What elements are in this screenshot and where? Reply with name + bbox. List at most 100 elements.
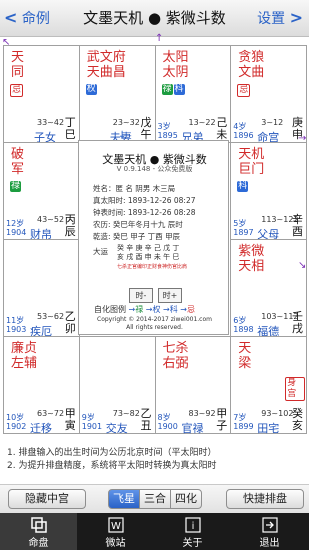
tab-label: 命盘 — [28, 538, 49, 549]
age-label: 10岁 — [6, 413, 25, 422]
palace-cell-xu[interactable]: 紫微 天相 103~112 6岁 1898 福德壬戌 — [230, 239, 307, 338]
ten-gods-note: 七杀正官编印正财食神伤官比肩 — [117, 264, 188, 270]
year-label: 1896 — [233, 131, 254, 140]
sihua-tags: 权 — [85, 84, 98, 95]
age-range: 63~72 — [37, 409, 65, 418]
tab-mingpan[interactable]: 命盘 — [0, 513, 77, 550]
age-range: 73~82 — [112, 409, 140, 418]
tab-about[interactable]: i 关于 — [154, 513, 231, 550]
star-row: 破 — [11, 147, 24, 162]
palace-name[interactable]: 官禄 — [182, 420, 204, 436]
dayun-row2: 亥 戌 酉 申 未 午 巳 — [117, 253, 180, 261]
palace-cell-si[interactable]: 天同忌 33~42 子女丁巳 — [3, 45, 80, 144]
ganzhi: 辛酉 — [292, 214, 303, 238]
palace-cell-mao[interactable]: 53~62 11岁 1903 疾厄乙卯 — [3, 239, 80, 338]
tab-label: 关于 — [182, 538, 203, 549]
version-label: V 0.9.148 - 公众免费版 — [116, 165, 193, 173]
age-label: 6岁 — [233, 316, 247, 325]
palace-cell-chen[interactable]: 破军禄 43~52 12岁 1904 财帛丙辰 — [3, 142, 80, 241]
star-char: 七 — [162, 341, 176, 356]
star-row: 右弼 — [163, 356, 189, 371]
sihua-tag: 科 — [173, 84, 185, 95]
star-char: 破 — [11, 147, 25, 162]
ganzhi: 己未 — [216, 117, 227, 141]
star-list: 武文府 天曲昌 — [87, 50, 126, 80]
legend-quan: 权 — [152, 305, 161, 314]
star-row: 紫微 — [238, 244, 264, 259]
w-icon: W — [107, 517, 124, 533]
age-label: 8岁 — [157, 413, 171, 422]
star-list: 廉贞 左辅 — [11, 341, 37, 371]
age-range: 3~12 — [261, 118, 284, 127]
age-label: 12岁 — [6, 219, 25, 228]
year-label: 1902 — [6, 422, 27, 431]
palace-cell-zi[interactable]: 七杀 右弼 83~92 8岁 1900 官禄甲子 — [154, 336, 232, 436]
earthly-branch: 辰 — [64, 225, 76, 238]
year-label: 1901 — [81, 422, 103, 431]
palace-cell-wei[interactable]: 太阳 太阴禄科 13~22 3岁 1895 兄弟己未 — [154, 45, 232, 144]
age-range: 23~32 — [112, 118, 140, 127]
tab-exit[interactable]: 退出 — [231, 513, 308, 550]
star-char: 昌 — [112, 65, 126, 80]
legend-lu: 禄 — [135, 305, 144, 314]
note-line: 2. 为提升排盘精度，系统将平太阳时转换为真太阳时 — [7, 461, 217, 471]
star-char: 同 — [11, 65, 25, 80]
palace-cell-chou[interactable]: 73~82 9岁 1901 交友乙丑 — [78, 336, 156, 436]
note-line: 1. 排盘输入的出生时间为公历北京时间（平太阳时） — [7, 448, 217, 458]
star-char: 天 — [11, 50, 25, 65]
earthly-branch: 巳 — [64, 128, 76, 141]
name-line: 姓名：匿 名 阴男 木三局 — [93, 184, 176, 193]
star-char: 太 — [162, 65, 176, 80]
seg-sihua[interactable]: 四化 — [170, 489, 202, 509]
star-row: 天机 — [238, 147, 264, 162]
seg-sanhe[interactable]: 三合 — [139, 489, 171, 509]
tab-label: 微站 — [105, 538, 126, 549]
earthly-branch: 子 — [216, 419, 228, 432]
ziwei-chart: 天同忌 33~42 子女丁巳武文府 天曲昌权 23~32 夫妻戊午太阳 太阴禄科 13~22 3… — [2, 33, 307, 436]
star-char: 军 — [11, 162, 25, 177]
age-range: 33~42 — [37, 118, 65, 127]
age-range: 43~52 — [37, 215, 65, 224]
year-label: 1904 — [6, 228, 27, 237]
palace-cell-you[interactable]: 天机 巨门科 113~122 5岁 1897 父母辛酉 — [230, 142, 307, 241]
earthly-branch: 亥 — [292, 419, 303, 432]
star-list: 天梁 — [238, 341, 251, 371]
hide-center-button[interactable]: 隐藏中宫 — [8, 489, 86, 509]
star-row: 文曲 — [238, 65, 264, 80]
quick-chart-button[interactable]: 快捷排盘 — [226, 489, 304, 509]
copyright-line: Copyright © 2014-2017 ziwei001.com — [97, 316, 212, 323]
star-char: 左 — [11, 356, 25, 371]
star-char: 曲 — [251, 65, 265, 80]
star-row: 天 — [11, 50, 24, 65]
palace-cell-shen[interactable]: 贪狼 文曲忌 3~12 4岁 1896 命宫庚申 — [230, 45, 307, 144]
star-char: 天 — [238, 147, 252, 162]
seg-feixing[interactable]: 飞星 — [108, 489, 140, 509]
svg-text:W: W — [111, 521, 121, 532]
palace-cell-yin[interactable]: 廉贞 左辅 63~72 10岁 1902 迁移甲寅 — [3, 336, 80, 436]
palace-cell-hai[interactable]: 天梁身宫 93~102 7岁 1899 田宅癸亥 — [230, 336, 307, 436]
palace-cell-wu[interactable]: 武文府 天曲昌权 23~32 夫妻戊午 — [78, 45, 156, 144]
tab-weizhan[interactable]: W 微站 — [77, 513, 154, 550]
palace-name[interactable]: 迁移 — [30, 420, 52, 436]
palace-name[interactable]: 交友 — [106, 420, 128, 436]
clock-time: 钟表时间: 1893-12-26 08:28 — [93, 208, 196, 217]
star-char: 门 — [251, 162, 265, 177]
arrow-icon: → — [145, 305, 153, 314]
legend-prefix: 自化图例 — [94, 305, 126, 314]
hour-minus-button[interactable]: 时- — [129, 288, 153, 303]
settings-button[interactable]: 设置 > — [257, 8, 303, 28]
arrow-icon: → — [180, 305, 187, 314]
year-label: 1900 — [157, 422, 178, 431]
hour-plus-button[interactable]: 时+ — [158, 288, 182, 303]
age-year: 3岁 1895 — [158, 122, 178, 140]
palace-name[interactable]: 田宅 — [257, 420, 279, 436]
star-list: 天机 巨门 — [238, 147, 264, 177]
info-icon: i — [184, 517, 201, 533]
star-char: 廉 — [11, 341, 25, 356]
age-year: 8岁 1900 — [158, 413, 178, 431]
star-row: 贪狼 — [238, 50, 264, 65]
center-panel: 文墨天机 ● 紫微斗数 V 0.9.148 - 公众免费版 姓名：匿 名 阴男 … — [78, 140, 229, 335]
sihua-tags: 身宫 — [285, 377, 306, 401]
age-range: 53~62 — [37, 312, 65, 321]
age-year: 5岁 1897 — [233, 219, 253, 237]
